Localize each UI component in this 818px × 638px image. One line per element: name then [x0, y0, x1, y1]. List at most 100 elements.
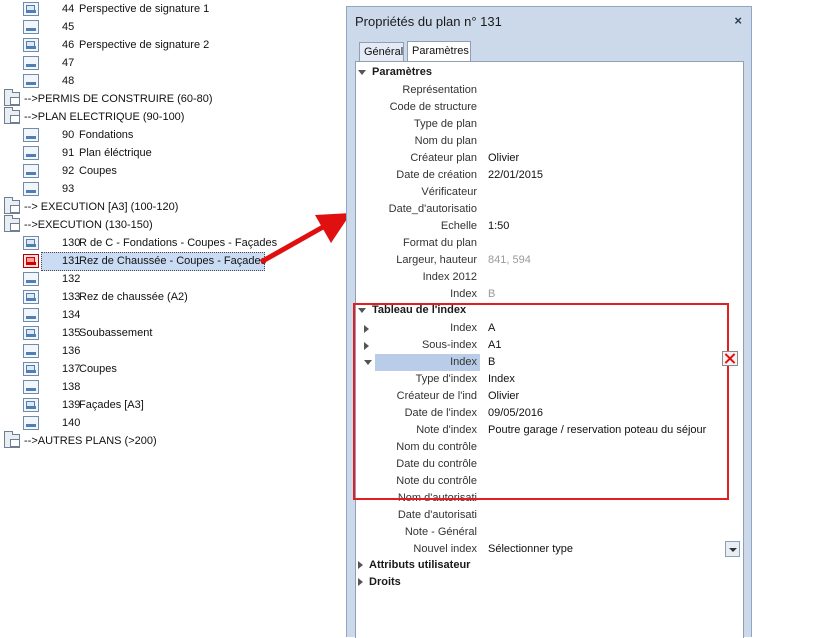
tree-item-label: -->PLAN ELECTRIQUE (90-100) [24, 111, 185, 123]
section-attributs-utilisateur-label: Attributs utilisateur [369, 559, 471, 571]
tree-item-number: 93 [62, 183, 75, 195]
tree-item-number: 136 [62, 345, 81, 357]
tab-general[interactable]: Général [359, 42, 404, 61]
property-row[interactable]: Créateur plan Olivier [356, 150, 743, 167]
tree-item-number: 92 [62, 165, 75, 177]
tree-item-label: Rez de chaussée (A2) [79, 291, 188, 303]
tree-item-label: Fondations [79, 129, 134, 141]
sheet-image-icon [23, 326, 39, 340]
property-label: Date d'autorisati [397, 509, 477, 521]
folder-icon [4, 197, 20, 214]
tree-item-label: Plan éléctrique [79, 147, 152, 159]
sheet-icon [23, 182, 39, 196]
sheet-icon [23, 164, 39, 178]
property-label: Date de création [396, 169, 477, 181]
folder-icon [4, 107, 20, 124]
property-label: Date_d'autorisatio [388, 203, 477, 215]
expand-arrow-icon[interactable] [358, 578, 363, 587]
tree-item-number: 130 [62, 237, 81, 249]
property-value[interactable]: 22/01/2015 [488, 167, 543, 184]
section-parametres[interactable]: Paramètres [358, 65, 432, 80]
tree-item-number: 90 [62, 129, 75, 141]
tree-item-number: 135 [62, 327, 81, 339]
property-value[interactable]: 841, 594 [488, 252, 531, 269]
close-icon[interactable]: × [734, 13, 742, 28]
tab-parametres[interactable]: Paramètres [407, 41, 471, 62]
property-row[interactable]: Note - Général [356, 524, 743, 541]
property-row[interactable]: Nouvel index Sélectionner type [356, 541, 743, 558]
sheet-image-icon [23, 398, 39, 412]
property-label: Largeur, hauteur [396, 254, 477, 266]
sheet-icon [23, 56, 39, 70]
sheet-image-icon [23, 2, 39, 16]
property-row[interactable]: Vérificateur [356, 184, 743, 201]
property-label: Format du plan [403, 237, 477, 249]
property-row[interactable]: Date d'autorisati [356, 507, 743, 524]
sheet-icon [23, 20, 39, 34]
tree-item-number: 132 [62, 273, 81, 285]
folder-icon [4, 89, 20, 106]
sheet-icon [23, 308, 39, 322]
expand-arrow-icon[interactable] [358, 561, 363, 570]
tree-item-number: 131 [62, 255, 81, 267]
property-label: Index 2012 [422, 271, 477, 283]
property-row[interactable]: Largeur, hauteur 841, 594 [356, 252, 743, 269]
sheet-icon [23, 146, 39, 160]
property-row[interactable]: Date de création 22/01/2015 [356, 167, 743, 184]
sheet-icon [23, 74, 39, 88]
property-label: Index [450, 288, 477, 300]
sheet-image-icon [23, 38, 39, 52]
dialog-title: Propriétés du plan n° 131 [355, 14, 502, 29]
property-row[interactable]: Code de structure [356, 99, 743, 116]
tree-item-label: -->EXECUTION (130-150) [24, 219, 153, 231]
property-row[interactable]: Format du plan [356, 235, 743, 252]
sheet-icon [23, 128, 39, 142]
tree-item-number: 46 [62, 39, 75, 51]
delete-index-icon[interactable] [722, 351, 738, 366]
sheet-icon [23, 380, 39, 394]
property-row[interactable]: Représentation [356, 82, 743, 99]
property-label: Echelle [440, 220, 477, 232]
tree-item-label: Soubassement [79, 327, 153, 339]
tree-item-label: -->PERMIS DE CONSTRUIRE (60-80) [24, 93, 213, 105]
property-value[interactable]: B [488, 286, 495, 303]
tree-item-number: 134 [62, 309, 81, 321]
section-parametres-label: Paramètres [372, 66, 432, 78]
tree-item-label: Coupes [79, 363, 117, 375]
dropdown-arrow-icon[interactable] [725, 541, 740, 557]
property-row[interactable]: Date_d'autorisatio [356, 201, 743, 218]
property-label: Nouvel index [413, 543, 477, 555]
dialog-titlebar: Propriétés du plan n° 131 × [347, 7, 751, 35]
tree-item-number: 91 [62, 147, 75, 159]
section-droits[interactable]: Droits [358, 575, 401, 590]
property-row[interactable]: Index 2012 [356, 269, 743, 286]
tree-item-number: 45 [62, 21, 75, 33]
tree-item-number: 44 [62, 3, 75, 15]
sheet-image-icon [23, 290, 39, 304]
sheet-image-icon [23, 236, 39, 250]
property-value[interactable]: 1:50 [488, 218, 509, 235]
property-label: Code de structure [389, 101, 477, 113]
property-row[interactable]: Type de plan [356, 116, 743, 133]
property-value[interactable]: Sélectionner type [488, 541, 573, 558]
sheet-red-icon [23, 254, 39, 268]
property-row[interactable]: Echelle 1:50 [356, 218, 743, 235]
folder-icon [4, 215, 20, 232]
tree-item-number: 140 [62, 417, 81, 429]
property-value[interactable]: Olivier [488, 150, 519, 167]
tree-item-number: 133 [62, 291, 81, 303]
property-row[interactable]: Index B [356, 286, 743, 303]
red-arrow-annotation [259, 213, 351, 265]
collapse-arrow-icon[interactable] [358, 69, 366, 75]
property-row[interactable]: Nom du plan [356, 133, 743, 150]
property-label: Créateur plan [410, 152, 477, 164]
section-attributs-utilisateur[interactable]: Attributs utilisateur [358, 558, 470, 573]
tree-item-number: 139 [62, 399, 81, 411]
property-label: Type de plan [414, 118, 477, 130]
property-label: Nom du plan [414, 135, 477, 147]
tree-item-label: -->AUTRES PLANS (>200) [24, 435, 157, 447]
folder-icon [4, 431, 20, 448]
tree-item-number: 138 [62, 381, 81, 393]
tree-item-label: Perspective de signature 1 [79, 3, 210, 15]
tree-item-label: Coupes [79, 165, 117, 177]
